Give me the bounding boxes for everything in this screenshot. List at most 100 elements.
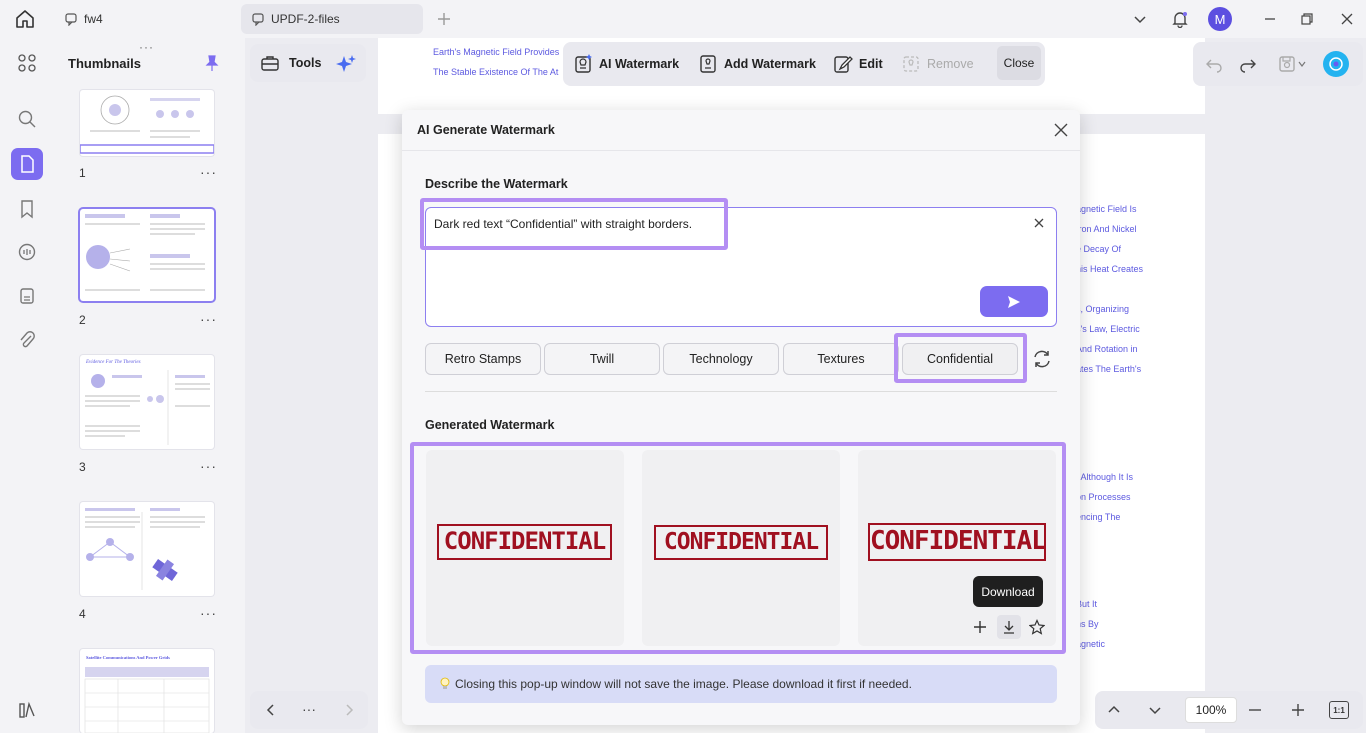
dialog-close-button[interactable] bbox=[1052, 121, 1070, 139]
chevron-up-icon bbox=[1108, 705, 1120, 713]
refresh-styles-button[interactable] bbox=[1031, 348, 1053, 370]
plus-icon bbox=[438, 13, 450, 25]
tab-label: fw4 bbox=[84, 12, 103, 26]
watermark-preview: CONFIDENTIAL bbox=[437, 524, 612, 560]
section-divider bbox=[425, 391, 1057, 392]
rail-bookmark-button[interactable] bbox=[11, 193, 43, 225]
plus-icon bbox=[974, 621, 986, 633]
panel-resize-handle[interactable]: ··· bbox=[139, 40, 154, 54]
add-watermark-icon bbox=[700, 55, 716, 73]
style-chip-confidential[interactable]: Confidential bbox=[902, 343, 1018, 375]
chevron-left-icon bbox=[266, 704, 274, 716]
toolbox-icon bbox=[261, 56, 279, 71]
edit-label: Edit bbox=[859, 57, 883, 71]
rail-comments-button[interactable] bbox=[11, 236, 43, 268]
chip-label: Twill bbox=[589, 352, 615, 366]
thumbnail-page-1[interactable] bbox=[80, 90, 214, 156]
tab-fw4[interactable]: fw4 bbox=[54, 4, 234, 34]
ai-assistant-button[interactable] bbox=[335, 53, 357, 75]
add-watermark-result-button[interactable] bbox=[968, 615, 992, 639]
home-button[interactable] bbox=[14, 8, 38, 30]
add-watermark-button[interactable]: Add Watermark bbox=[698, 54, 816, 74]
comment-icon bbox=[18, 243, 36, 261]
page-more-button[interactable]: ··· bbox=[302, 701, 316, 717]
clear-prompt-button[interactable] bbox=[1032, 216, 1046, 230]
thumbnail-preview bbox=[85, 508, 205, 590]
watermark-toolbar: AI Watermark Add Watermark Edit Remove C… bbox=[563, 42, 1045, 86]
minimize-button[interactable] bbox=[1258, 7, 1282, 31]
page-options-button[interactable]: ··· bbox=[200, 164, 217, 180]
doc-line: encing The bbox=[1076, 512, 1121, 522]
ai-watermark-icon bbox=[575, 54, 592, 73]
avatar[interactable]: M bbox=[1208, 7, 1232, 31]
send-prompt-button[interactable] bbox=[980, 286, 1048, 317]
lightbulb-icon bbox=[440, 677, 450, 689]
sparkle-icon bbox=[336, 55, 356, 72]
ai-assistant-logo-button[interactable] bbox=[1323, 51, 1349, 77]
actual-size-button[interactable]: 1:1 bbox=[1329, 701, 1349, 719]
next-page-button[interactable] bbox=[342, 703, 356, 717]
rail-attachment-button[interactable] bbox=[11, 324, 43, 356]
tools-button[interactable]: Tools bbox=[260, 53, 321, 73]
thumbnail-preview bbox=[84, 667, 210, 733]
page-options-button[interactable]: ··· bbox=[200, 605, 217, 621]
page-options-button[interactable]: ··· bbox=[200, 458, 217, 474]
zoom-level-value: 100% bbox=[1195, 703, 1227, 717]
edit-watermark-button[interactable]: Edit bbox=[833, 54, 883, 74]
save-button[interactable] bbox=[1277, 54, 1311, 74]
doc-line: his Heat Creates bbox=[1076, 264, 1144, 274]
rail-search-button[interactable] bbox=[11, 103, 43, 135]
restore-button[interactable] bbox=[1295, 7, 1319, 31]
redo-button[interactable] bbox=[1238, 54, 1258, 74]
close-toolbar-button[interactable]: Close bbox=[997, 46, 1041, 80]
dialog-divider bbox=[402, 150, 1080, 151]
thumbnail-heading: Evidence For The Theories bbox=[86, 360, 141, 365]
zoom-level-field[interactable]: 100% bbox=[1185, 697, 1237, 723]
favorite-watermark-button[interactable] bbox=[1025, 615, 1049, 639]
page-options-button[interactable]: ··· bbox=[200, 311, 217, 327]
doc-line: The Stable Existence Of The At bbox=[433, 67, 559, 77]
thumbnail-preview bbox=[85, 214, 205, 291]
watermark-result-1[interactable]: CONFIDENTIAL bbox=[426, 450, 624, 646]
remove-label: Remove bbox=[927, 57, 974, 71]
scroll-down-button[interactable] bbox=[1148, 703, 1162, 717]
doc-line: Earth's Magnetic Field Provides bbox=[433, 47, 560, 57]
thumbnail-page-3[interactable]: Evidence For The Theories bbox=[80, 355, 214, 449]
zoom-in-button[interactable] bbox=[1291, 703, 1305, 717]
remove-watermark-button[interactable]: Remove bbox=[901, 54, 974, 74]
thumbnail-page-5[interactable]: Satellite Communications And Power Grids bbox=[80, 649, 214, 733]
notifications-button[interactable] bbox=[1168, 7, 1192, 31]
tools-toolbar: Tools bbox=[250, 44, 366, 82]
download-watermark-button[interactable] bbox=[997, 615, 1021, 639]
tab-updf-2-files[interactable]: UPDF-2-files bbox=[241, 4, 423, 34]
rail-thumbnails-button[interactable] bbox=[11, 148, 43, 180]
close-icon bbox=[1034, 218, 1044, 228]
watermark-result-2[interactable]: CONFIDENTIAL bbox=[642, 450, 840, 646]
style-chip-technology[interactable]: Technology bbox=[663, 343, 779, 375]
rail-apps-button[interactable] bbox=[11, 47, 43, 79]
thumbnail-page-4[interactable] bbox=[80, 502, 214, 596]
zoom-out-button[interactable] bbox=[1248, 703, 1262, 717]
new-tab-button[interactable] bbox=[434, 9, 454, 29]
minimize-icon bbox=[1265, 18, 1275, 20]
prev-page-button[interactable] bbox=[264, 703, 278, 717]
style-chip-retro-stamps[interactable]: Retro Stamps bbox=[425, 343, 541, 375]
style-chip-textures[interactable]: Textures bbox=[783, 343, 899, 375]
thumbnail-heading: Satellite Communications And Power Grids bbox=[86, 655, 170, 660]
tab-list-button[interactable] bbox=[1128, 7, 1152, 31]
undo-button[interactable] bbox=[1204, 54, 1224, 74]
ai-watermark-dialog: AI Generate Watermark Describe the Water… bbox=[402, 110, 1080, 725]
watermark-result-3[interactable]: CONFIDENTIAL bbox=[858, 450, 1056, 646]
tab-label: UPDF-2-files bbox=[271, 12, 340, 26]
page-number: 4 bbox=[79, 607, 86, 621]
pin-button[interactable] bbox=[203, 54, 223, 74]
ai-watermark-button[interactable]: AI Watermark bbox=[573, 54, 679, 74]
rail-stamp-button[interactable] bbox=[11, 280, 43, 312]
close-window-button[interactable] bbox=[1335, 7, 1359, 31]
rail-layers-button[interactable] bbox=[11, 694, 43, 726]
notice-text: Closing this pop-up window will not save… bbox=[455, 677, 912, 691]
style-chip-twill[interactable]: Twill bbox=[544, 343, 660, 375]
zoom-toolbar: 100% 1:1 bbox=[1095, 691, 1363, 729]
thumbnail-page-2[interactable] bbox=[80, 209, 214, 301]
scroll-up-button[interactable] bbox=[1107, 703, 1121, 717]
